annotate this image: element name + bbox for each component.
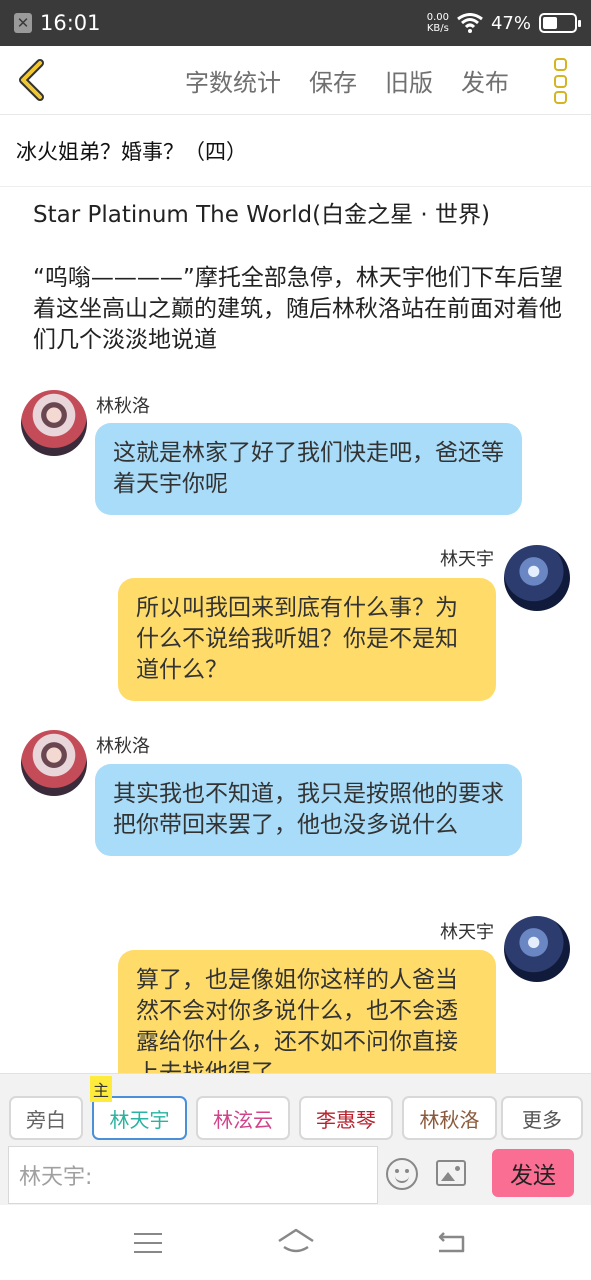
speaker-name: 林天宇 bbox=[440, 549, 494, 570]
composer-panel: 旁白 主 林天宇 林泫云 李惠琴 林秋洛 更多 林天宇: 发送 bbox=[0, 1073, 591, 1205]
publish-button[interactable]: 发布 bbox=[461, 63, 509, 98]
home-icon[interactable] bbox=[276, 1227, 316, 1259]
narration-paragraph[interactable]: “呜嗡————”摩托全部急停，林天宇他们下车后望着这坐高山之巅的建筑，随后林秋洛… bbox=[33, 263, 568, 356]
battery-fill bbox=[543, 17, 557, 29]
message-bubble[interactable]: 算了，也是像姐你这样的人爸当然不会对你多说什么，也不会透露给你什么，还不如不问你… bbox=[118, 950, 496, 1073]
speaker-name: 林秋洛 bbox=[96, 736, 150, 757]
status-bar: ✕ 16:01 0.00 KB/s 47% bbox=[0, 0, 591, 46]
chip-character-1[interactable]: 主 林天宇 bbox=[90, 1076, 187, 1140]
story-heading[interactable]: Star Platinum The World(白金之星 · 世界) bbox=[33, 200, 568, 231]
save-button[interactable]: 保存 bbox=[309, 63, 357, 98]
chapter-title[interactable]: 冰火姐弟？婚事？（四） bbox=[0, 115, 591, 187]
chip-character-2[interactable]: 林泫云 bbox=[196, 1096, 290, 1140]
avatar-lin-tianyu[interactable] bbox=[504, 545, 570, 611]
emoji-icon[interactable] bbox=[386, 1158, 418, 1190]
system-nav-bar bbox=[0, 1205, 591, 1280]
chip-narrator[interactable]: 旁白 bbox=[9, 1096, 83, 1140]
menu-icon[interactable] bbox=[134, 1233, 162, 1253]
toolbar-actions: 字数统计 保存 旧版 发布 bbox=[185, 46, 509, 115]
back-arrow-icon[interactable] bbox=[12, 58, 54, 102]
message-bubble[interactable]: 所以叫我回来到底有什么事？为什么不说给我听姐？你是不是知道什么？ bbox=[118, 578, 496, 701]
message-input[interactable]: 林天宇: bbox=[8, 1146, 378, 1204]
more-menu-icon[interactable] bbox=[549, 58, 571, 104]
chip-character-3[interactable]: 李惠琴 bbox=[299, 1096, 393, 1140]
image-icon[interactable] bbox=[436, 1160, 466, 1186]
speaker-name: 林秋洛 bbox=[96, 396, 150, 417]
message-bubble[interactable]: 其实我也不知道，我只是按照他的要求把你带回来罢了，他也没多说什么 bbox=[95, 764, 522, 856]
notification-icon: ✕ bbox=[14, 13, 32, 33]
battery-icon bbox=[539, 13, 581, 33]
wifi-icon bbox=[457, 13, 483, 33]
character-chips: 旁白 主 林天宇 林泫云 李惠琴 林秋洛 更多 bbox=[9, 1076, 583, 1140]
network-speed-value: 0.00 bbox=[426, 12, 449, 23]
chip-character-4[interactable]: 林秋洛 bbox=[402, 1096, 497, 1140]
chip-label: 林天宇 bbox=[109, 1107, 170, 1132]
speaker-name: 林天宇 bbox=[440, 922, 494, 943]
status-right: 0.00 KB/s 47% bbox=[427, 12, 581, 34]
main-character-tag: 主 bbox=[90, 1076, 113, 1102]
avatar-lin-tianyu[interactable] bbox=[504, 916, 570, 982]
avatar-lin-qiuluo[interactable] bbox=[21, 390, 87, 456]
editor-toolbar: 字数统计 保存 旧版 发布 bbox=[0, 46, 591, 115]
chip-more[interactable]: 更多 bbox=[501, 1096, 583, 1140]
avatar-lin-qiuluo[interactable] bbox=[21, 730, 87, 796]
send-button[interactable]: 发送 bbox=[492, 1149, 574, 1197]
word-count-button[interactable]: 字数统计 bbox=[185, 63, 281, 98]
status-time: 16:01 bbox=[40, 11, 101, 35]
battery-percent: 47% bbox=[490, 12, 531, 34]
network-speed: 0.00 KB/s bbox=[427, 12, 449, 34]
back-icon[interactable] bbox=[436, 1229, 466, 1255]
network-speed-unit: KB/s bbox=[426, 23, 449, 34]
message-bubble[interactable]: 这就是林家了好了我们快走吧，爸还等着天宇你呢 bbox=[95, 423, 522, 515]
story-content[interactable]: Star Platinum The World(白金之星 · 世界) “呜嗡——… bbox=[0, 188, 591, 1073]
old-version-button[interactable]: 旧版 bbox=[385, 63, 433, 98]
